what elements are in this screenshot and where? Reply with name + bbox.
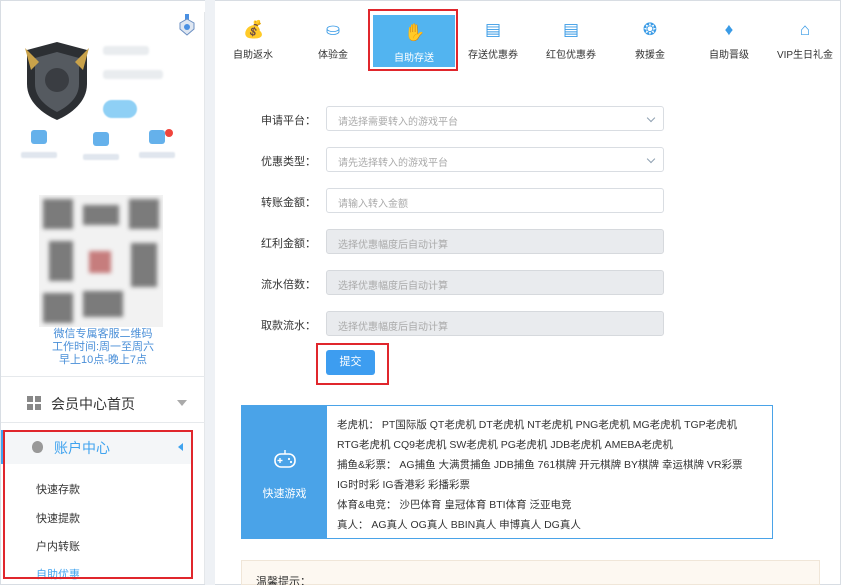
- vip-pill[interactable]: [103, 100, 137, 118]
- highlight-box-account: [3, 430, 193, 579]
- games-line-lottery-2[interactable]: IG时时彩 IG香港彩 彩播彩票: [337, 477, 470, 492]
- wechat-qr-caption: 微信专属客服二维码: [53, 328, 153, 340]
- quick-link-card[interactable]: [81, 132, 121, 160]
- username-blurred: [103, 46, 149, 55]
- work-hours: 早上10点-晚上7点: [58, 354, 148, 366]
- chevron-down-icon: [646, 154, 656, 164]
- tab-red-packet-coupon[interactable]: ▤ 红包优惠券: [533, 12, 609, 68]
- transfer-amount-input[interactable]: 请输入转入金额: [326, 188, 664, 213]
- turnover-multiplier-placeholder: 选择优惠幅度后自动计算: [338, 281, 448, 292]
- tab-label: 救援金: [635, 50, 665, 61]
- withdraw-turnover-field: 选择优惠幅度后自动计算: [326, 311, 664, 336]
- quick-games-panel: 快速游戏 老虎机： PT国际版 QT老虎机 DT老虎机 NT老虎机 PNG老虎机…: [241, 405, 773, 539]
- games-line-slots[interactable]: 老虎机： PT国际版 QT老虎机 DT老虎机 NT老虎机 PNG老虎机 MG老虎…: [337, 417, 737, 432]
- tab-label: 自助晋级: [709, 50, 749, 61]
- bonus-amount-label: 红利金额：: [261, 238, 316, 250]
- grid-icon: [27, 396, 41, 410]
- quick-games-title: 快速游戏: [262, 488, 307, 500]
- bonus-amount-placeholder: 选择优惠幅度后自动计算: [338, 240, 448, 251]
- quick-games-header[interactable]: 快速游戏: [242, 406, 327, 538]
- mail-icon: [149, 130, 165, 144]
- platform-select[interactable]: 请选择需要转入的游戏平台: [326, 106, 664, 131]
- games-line-fishing-lottery[interactable]: 捕鱼&彩票： AG捕鱼 大满贯捕鱼 JDB捕鱼 761棋牌 开元棋牌 BY棋牌 …: [337, 457, 742, 472]
- money-bag-icon: 💰: [243, 20, 265, 39]
- tab-self-upgrade[interactable]: ♦ 自助晋级: [691, 12, 767, 68]
- promo-type-select-placeholder: 请先选择转入的游戏平台: [338, 158, 448, 169]
- notification-dot: [165, 129, 173, 137]
- cake-icon: ⌂: [799, 20, 811, 39]
- highlight-box-tab: [368, 9, 458, 71]
- diamond-icon: ♦: [724, 20, 734, 39]
- divider: [1, 376, 205, 377]
- turnover-multiplier-field: 选择优惠幅度后自动计算: [326, 270, 664, 295]
- tip-label: 温馨提示：: [256, 576, 311, 585]
- avatar: [25, 42, 89, 120]
- chevron-down-icon: [646, 113, 656, 123]
- menu-member-home[interactable]: 会员中心首页: [1, 386, 205, 420]
- platform-label: 申请平台：: [261, 115, 316, 127]
- tab-label: 体验金: [318, 50, 348, 61]
- withdraw-turnover-placeholder: 选择优惠幅度后自动计算: [338, 322, 448, 333]
- lifebuoy-icon: ❂: [642, 20, 658, 39]
- games-line-slots-2[interactable]: RTG老虎机 CQ9老虎机 SW老虎机 PG老虎机 JDB老虎机 AMEBA老虎…: [337, 437, 673, 452]
- level-blurred: [103, 70, 163, 79]
- coupon-icon: ▤: [484, 20, 502, 39]
- transfer-amount-placeholder: 请输入转入金额: [338, 199, 408, 210]
- games-line-sports-esports[interactable]: 体育&电竞： 沙巴体育 皇冠体育 BTI体育 泛亚电竞: [337, 497, 572, 512]
- promo-type-select[interactable]: 请先选择转入的游戏平台: [326, 147, 664, 172]
- tab-label: 存送优惠券: [468, 50, 518, 61]
- layout-gutter: [205, 0, 215, 585]
- platform-select-placeholder: 请选择需要转入的游戏平台: [338, 117, 458, 128]
- divider: [1, 422, 205, 423]
- quick-link-profile[interactable]: [19, 130, 59, 158]
- tab-rescue-fund[interactable]: ❂ 救援金: [612, 12, 688, 68]
- games-line-live-casino[interactable]: 真人： AG真人 OG真人 BBIN真人 申博真人 DG真人: [337, 517, 581, 532]
- tab-deposit-coupon[interactable]: ▤ 存送优惠券: [455, 12, 531, 68]
- withdraw-turnover-label: 取款流水：: [261, 320, 316, 332]
- tab-vip-birthday[interactable]: ⌂ VIP生日礼金: [770, 12, 840, 68]
- work-time: 工作时间:周一至周六: [51, 341, 155, 353]
- gamepad-icon: [274, 450, 296, 468]
- user-icon: [31, 130, 47, 144]
- promo-type-label: 优惠类型：: [261, 156, 316, 168]
- bonus-amount-field: 选择优惠幅度后自动计算: [326, 229, 664, 254]
- transfer-amount-label: 转账金额：: [261, 197, 316, 209]
- highlight-box-submit: [316, 343, 389, 385]
- tab-label: 红包优惠券: [546, 50, 596, 61]
- turnover-multiplier-label: 流水倍数：: [261, 279, 316, 291]
- wechat-qr-code: [39, 195, 163, 327]
- tab-label: 自助返水: [233, 50, 273, 61]
- tab-label: VIP生日礼金: [776, 50, 834, 61]
- promotion-toolbar: 💰 自助返水 ⛀ 体验金 ✋ 自助存送 ▤ 存送优惠券 ▤ 红包优惠券 ❂ 救援…: [215, 12, 839, 72]
- tip-box: 温馨提示：: [241, 560, 820, 585]
- chevron-down-icon: [177, 400, 187, 406]
- red-packet-coupon-icon: ▤: [562, 20, 580, 39]
- tab-trial-bonus[interactable]: ⛀ 体验金: [295, 12, 371, 68]
- tab-auto-rebate[interactable]: 💰 自助返水: [215, 12, 291, 68]
- card-icon: [93, 132, 109, 146]
- menu-member-home-label: 会员中心首页: [51, 396, 135, 412]
- gold-ingot-icon: ⛀: [325, 20, 341, 39]
- vip-badge-icon: [179, 14, 195, 36]
